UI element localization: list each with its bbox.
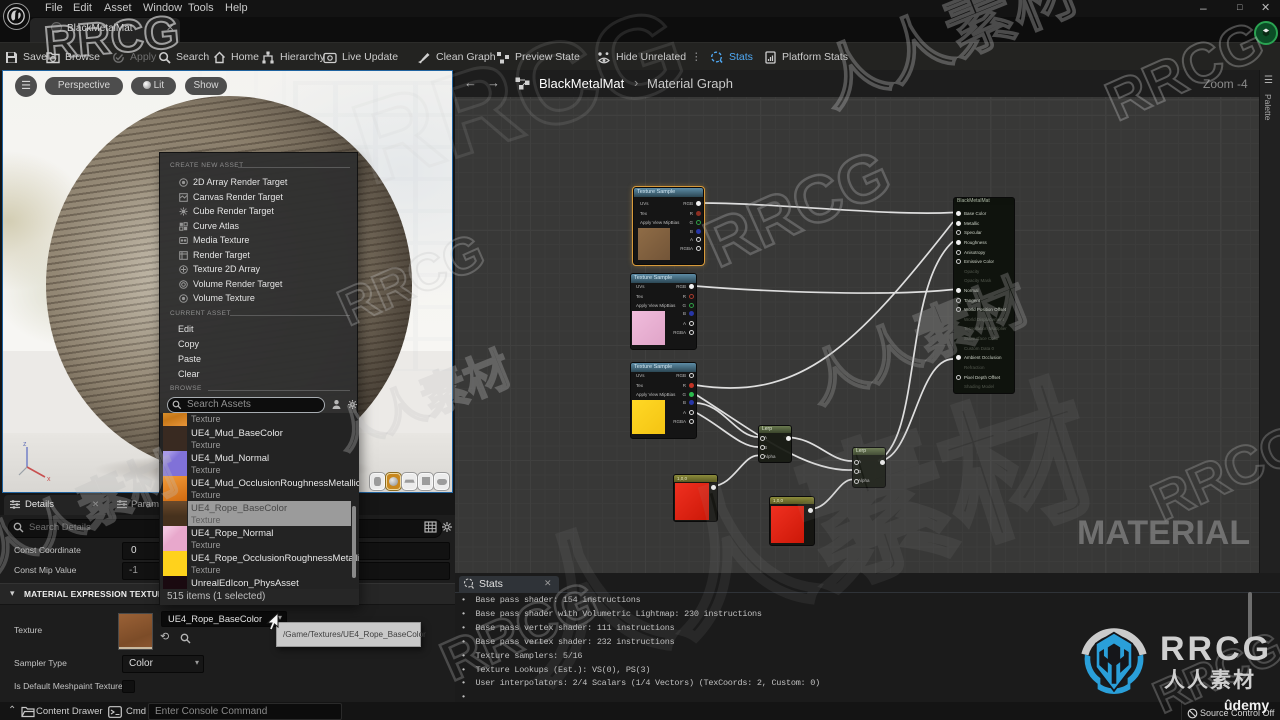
svg-text:x: x xyxy=(47,476,51,483)
svg-text:z: z xyxy=(23,441,27,448)
